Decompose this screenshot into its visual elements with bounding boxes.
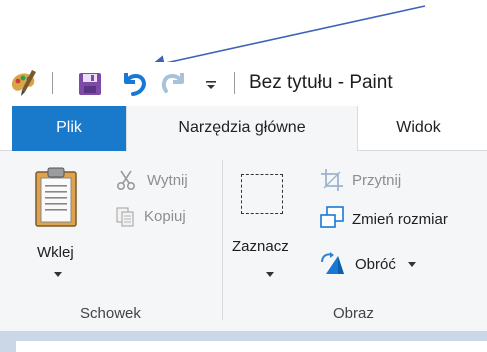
select-dropdown-caret [266, 272, 274, 277]
group-separator [222, 160, 223, 320]
undo-icon[interactable] [120, 69, 148, 97]
tab-file[interactable]: Plik [12, 106, 126, 151]
select-label: Zaznacz [232, 238, 289, 255]
rotate-dropdown-caret[interactable] [408, 262, 416, 267]
redo-icon[interactable] [160, 69, 188, 97]
quick-access-separator [234, 72, 235, 94]
select-button[interactable]: Zaznacz [232, 160, 290, 288]
rotate-button[interactable]: Obróć [355, 256, 396, 273]
paste-button[interactable]: Wklej [30, 160, 84, 288]
resize-button[interactable]: Zmień rozmiar [352, 211, 448, 228]
tab-view[interactable]: Widok [356, 106, 481, 150]
quick-access-separator [52, 72, 53, 94]
paste-label: Wklej [37, 244, 74, 261]
drawing-canvas[interactable] [16, 341, 487, 352]
clipboard-group-label: Schowek [80, 305, 141, 322]
window-title: Bez tytułu - Paint [249, 72, 393, 93]
paste-dropdown-caret [54, 272, 62, 277]
title-bar [0, 62, 487, 102]
clipboard-icon [34, 166, 80, 230]
rotate-icon [318, 250, 348, 276]
image-group-label: Obraz [333, 305, 374, 322]
copy-icon [114, 206, 136, 228]
paint-app-icon[interactable] [8, 68, 38, 98]
customize-dropdown-icon[interactable] [204, 78, 218, 92]
save-icon[interactable] [78, 72, 102, 96]
selection-marquee-icon [241, 174, 283, 214]
copy-button[interactable]: Kopiuj [144, 208, 186, 225]
cut-icon [115, 169, 137, 191]
crop-button[interactable]: Przytnij [352, 172, 401, 189]
cut-button[interactable]: Wytnij [147, 172, 188, 189]
resize-icon [319, 205, 345, 231]
crop-icon [320, 168, 344, 192]
tab-home[interactable]: Narzędzia główne [126, 106, 358, 151]
